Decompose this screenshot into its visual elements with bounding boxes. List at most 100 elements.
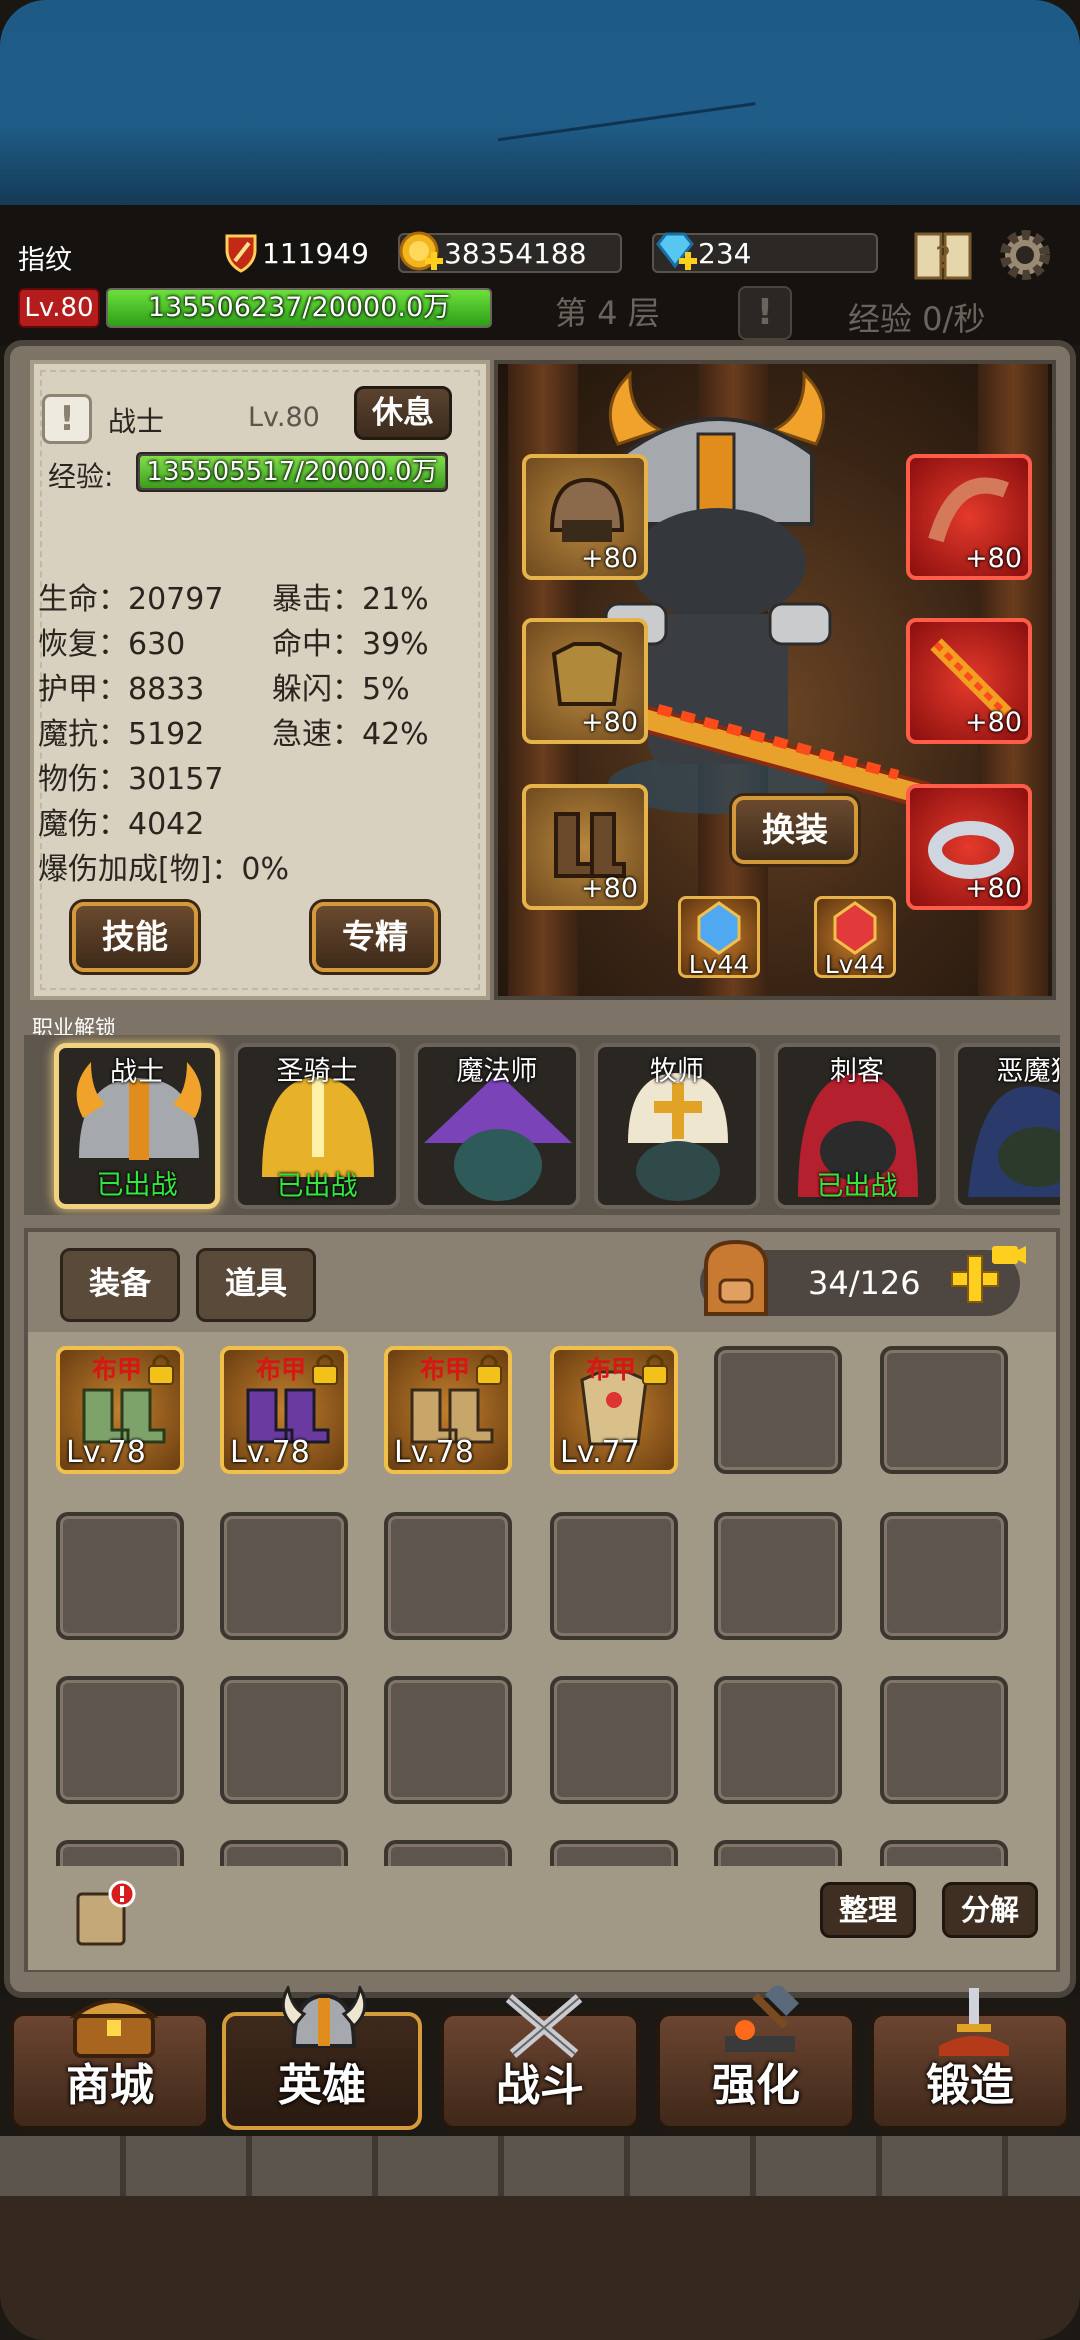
expand-bag-plus-icon[interactable] — [946, 1240, 1026, 1316]
viking-helmet-icon — [281, 1986, 367, 2048]
player-exp-text: 135506237/20000.0万 — [147, 292, 451, 323]
nav-shop[interactable]: 商城 — [10, 1999, 210, 2130]
settings-gear-icon[interactable] — [992, 222, 1058, 288]
gem-slot-blue[interactable]: Lv44 — [678, 896, 760, 979]
power-display: 111949 — [218, 230, 381, 276]
empty-slot[interactable] — [550, 1676, 678, 1804]
player-exp-bar: 135506237/20000.0万 — [106, 288, 492, 328]
item-type: 布甲 — [256, 1355, 307, 1384]
armor-slot[interactable]: +80 — [522, 618, 648, 744]
sort-button[interactable]: 整理 — [820, 1882, 916, 1938]
notebook-alert-icon[interactable] — [74, 1880, 138, 1948]
class-status: 已出战 — [276, 1171, 358, 1202]
hero-level: Lv.80 — [248, 402, 320, 433]
skill-button[interactable]: 技能 — [72, 902, 198, 972]
mastery-button[interactable]: 专精 — [312, 902, 438, 972]
change-outfit-button[interactable]: 换装 — [732, 796, 858, 864]
stat-physical-damage: 物伤：30157 — [38, 762, 224, 797]
lock-icon — [148, 1354, 174, 1385]
gem-level: Lv44 — [688, 950, 750, 979]
crossed-swords-icon — [505, 1994, 583, 2058]
nav-enhance[interactable]: 强化 — [656, 1986, 856, 2130]
stat-haste: 急速：42% — [272, 717, 429, 752]
empty-slot[interactable] — [714, 1512, 842, 1640]
nav-hero[interactable]: 英雄 — [222, 1986, 422, 2130]
quest-book-icon[interactable]: ? — [910, 222, 976, 288]
diamond-plus-icon[interactable] — [652, 230, 698, 276]
stat-crit-damage-bonus: 爆伤加成[物]：0% — [38, 852, 290, 887]
gem-slot-red[interactable]: Lv44 — [814, 896, 896, 979]
class-strip: 战士 已出战 圣骑士 已出战 魔法师 牧师 刺客 已出战 恶魔猎 — [24, 1035, 1060, 1215]
necklace-slot[interactable]: +80 — [906, 454, 1032, 580]
class-name: 战士 — [110, 1057, 164, 1088]
class-card-warrior[interactable]: 战士 已出战 — [54, 1043, 220, 1209]
inventory-item[interactable]: 布甲 Lv.78 — [384, 1346, 512, 1474]
nav-battle-label: 战斗 — [496, 2060, 584, 2111]
gold-coin-plus-icon[interactable] — [398, 230, 444, 276]
class-name: 刺客 — [830, 1056, 884, 1087]
helmet-slot[interactable]: +80 — [522, 454, 648, 580]
class-card-mage[interactable]: 魔法师 — [414, 1043, 580, 1209]
rest-button[interactable]: 休息 — [354, 386, 452, 440]
backpack-icon — [694, 1236, 778, 1324]
necklace-enhance-level: +80 — [965, 543, 1022, 574]
stat-magic-damage: 魔伤：4042 — [38, 807, 205, 842]
floor-label: 第 4 层 — [555, 294, 660, 332]
top-backdrop — [0, 0, 1080, 205]
inventory-item[interactable]: 布甲 Lv.78 — [56, 1346, 184, 1474]
stat-dodge: 躲闪：5% — [272, 672, 410, 707]
decompose-button[interactable]: 分解 — [942, 1882, 1038, 1938]
empty-slot[interactable] — [550, 1512, 678, 1640]
empty-slot[interactable] — [714, 1676, 842, 1804]
weapon-enhance-level: +80 — [965, 707, 1022, 738]
inventory-item[interactable]: 布甲 Lv.78 — [220, 1346, 348, 1474]
empty-slot[interactable] — [880, 1676, 1008, 1804]
nav-battle[interactable]: 战斗 — [440, 1994, 640, 2130]
gold-display: 38354188 — [398, 230, 622, 276]
armor-enhance-level: +80 — [581, 707, 638, 738]
empty-slot[interactable] — [384, 1676, 512, 1804]
empty-slot[interactable] — [384, 1512, 512, 1640]
empty-slot[interactable] — [56, 1676, 184, 1804]
weapon-slot[interactable]: +80 — [906, 618, 1032, 744]
hero-exp-bar: 135505517/20000.0万 — [136, 452, 448, 492]
item-level: Lv.78 — [66, 1435, 146, 1470]
class-card-demon-hunter[interactable]: 恶魔猎 — [954, 1043, 1060, 1209]
sword-shield-icon — [218, 230, 264, 276]
stat-armor: 护甲：8833 — [38, 672, 205, 707]
item-level: Lv.78 — [394, 1435, 474, 1470]
class-card-paladin[interactable]: 圣骑士 已出战 — [234, 1043, 400, 1209]
ring-slot[interactable]: +80 — [906, 784, 1032, 910]
item-level: Lv.77 — [560, 1435, 640, 1470]
nav-forge[interactable]: 锻造 — [870, 1988, 1070, 2130]
boots-enhance-level: +80 — [581, 873, 638, 904]
stat-accuracy: 命中：39% — [272, 627, 429, 662]
empty-slot[interactable] — [714, 1346, 842, 1474]
item-type: 布甲 — [586, 1355, 637, 1384]
boots-slot[interactable]: +80 — [522, 784, 648, 910]
tab-items[interactable]: 道具 — [196, 1248, 316, 1322]
floor-alert-icon[interactable]: ! — [738, 286, 792, 340]
empty-slot[interactable] — [880, 1346, 1008, 1474]
forge-sword-icon — [939, 1988, 1009, 2056]
empty-slot[interactable] — [880, 1512, 1008, 1640]
empty-slot[interactable] — [56, 1512, 184, 1640]
stat-regen: 恢复：630 — [38, 627, 186, 662]
inventory-item[interactable]: 布甲 Lv.77 — [550, 1346, 678, 1474]
class-name: 圣骑士 — [276, 1056, 358, 1087]
empty-slot[interactable] — [220, 1512, 348, 1640]
tab-equipment[interactable]: 装备 — [60, 1248, 180, 1322]
class-name: 牧师 — [650, 1056, 704, 1087]
treasure-chest-icon — [69, 1999, 159, 2058]
backdrop-crack — [497, 102, 763, 188]
class-card-assassin[interactable]: 刺客 已出战 — [774, 1043, 940, 1209]
empty-slot[interactable] — [220, 1676, 348, 1804]
class-card-priest[interactable]: 牧师 — [594, 1043, 760, 1209]
hero-alert-icon[interactable]: ! — [42, 394, 92, 444]
svg-text:?: ? — [935, 241, 951, 276]
lock-icon — [312, 1354, 338, 1385]
class-name: 魔法师 — [456, 1056, 538, 1087]
ground — [0, 2196, 1080, 2340]
nav-forge-label: 锻造 — [926, 2060, 1014, 2111]
nav-shop-label: 商城 — [66, 2060, 154, 2111]
